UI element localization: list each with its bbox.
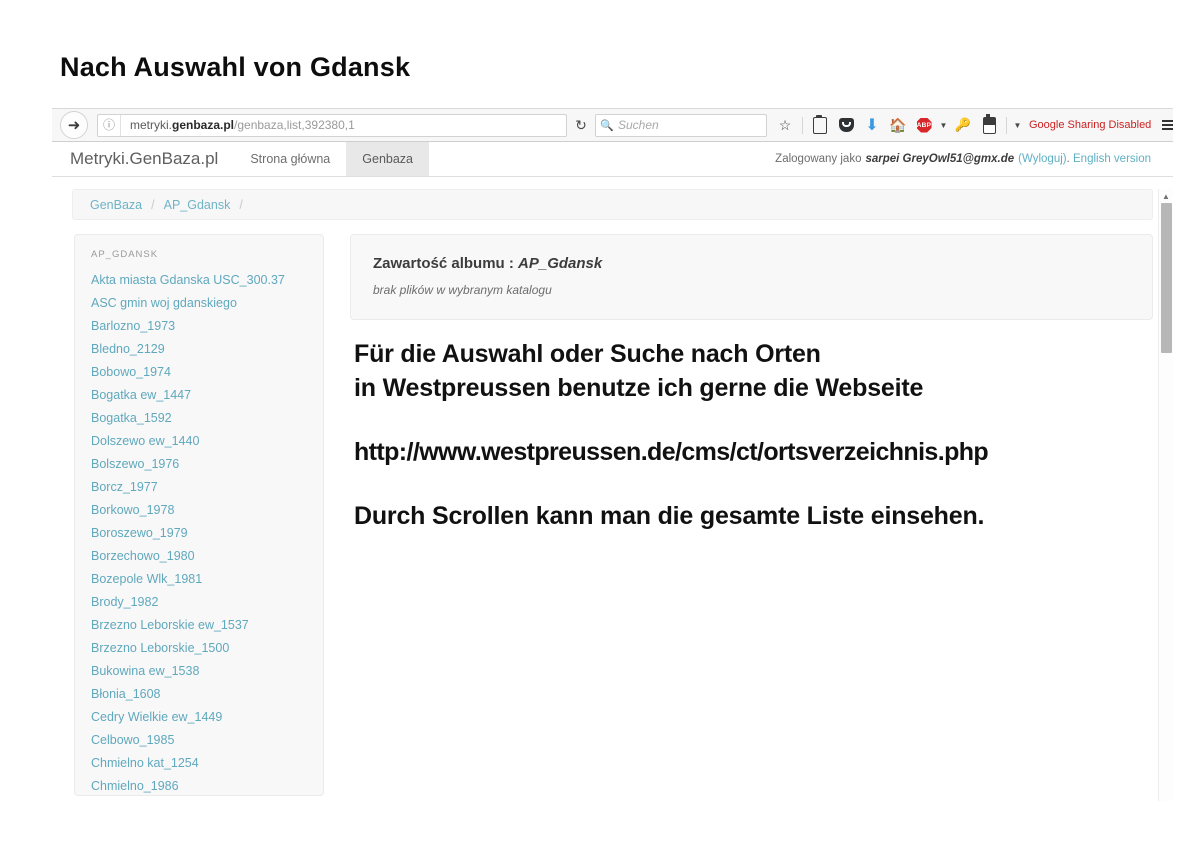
back-arrow-icon[interactable]: ➜ bbox=[60, 111, 88, 139]
search-input[interactable]: 🔍 Suchen bbox=[595, 114, 767, 137]
german-annotation-overlay: Für die Auswahl oder Suche nach Orten in… bbox=[354, 337, 1144, 533]
reader-list-icon[interactable] bbox=[808, 113, 832, 137]
info-circle-icon[interactable]: ⓘ bbox=[98, 115, 121, 136]
sidebar-item[interactable]: Bobowo_1974 bbox=[75, 361, 323, 384]
downloads-icon[interactable]: ⬇ bbox=[860, 113, 884, 137]
sidebar-item[interactable]: Błonia_1608 bbox=[75, 683, 323, 706]
search-icon: 🔍 bbox=[596, 119, 618, 132]
toolbar-icon-group: ☆ ⬇ 🏠 ABP ▼ 🔑 ▼ Google Sharing Disabled bbox=[773, 113, 1173, 137]
sidebar-item[interactable]: Borzechowo_1980 bbox=[75, 545, 323, 568]
site-header: Metryki.GenBaza.pl Strona główna Genbaza… bbox=[52, 142, 1173, 177]
login-status: Zalogowany jako sarpei GreyOwl51@gmx.de … bbox=[775, 142, 1151, 176]
main-column: Zawartość albumu : AP_Gdansk brak plików… bbox=[350, 234, 1153, 796]
sidebar-item[interactable]: Bolszewo_1976 bbox=[75, 453, 323, 476]
url-host: genbaza.pl bbox=[172, 118, 234, 132]
url-prefix: metryki. bbox=[130, 118, 172, 132]
english-version-link[interactable]: English version bbox=[1073, 153, 1151, 165]
album-sidebar: AP_GDANSK Akta miasta Gdanska USC_300.37… bbox=[74, 234, 324, 796]
breadcrumb-separator-1: / bbox=[151, 198, 154, 212]
google-sharing-status[interactable]: Google Sharing Disabled bbox=[1025, 119, 1155, 131]
slide-title: Nach Auswahl von Gdansk bbox=[60, 52, 410, 83]
adblock-chevron-down-icon[interactable]: ▼ bbox=[938, 121, 949, 130]
sidebar-link-list: Akta miasta Gdanska USC_300.37ASC gmin w… bbox=[75, 269, 323, 796]
reload-icon[interactable]: ↻ bbox=[567, 117, 595, 134]
sidebar-item[interactable]: Boroszewo_1979 bbox=[75, 522, 323, 545]
sidebar-item[interactable]: Borkowo_1978 bbox=[75, 499, 323, 522]
sidebar-item[interactable]: Bozepole Wlk_1981 bbox=[75, 568, 323, 591]
sidebar-item[interactable]: Dolszewo ew_1440 bbox=[75, 430, 323, 453]
sidebar-item[interactable]: Borcz_1977 bbox=[75, 476, 323, 499]
annotation-line-2: in Westpreussen benutze ich gerne die We… bbox=[354, 371, 1144, 405]
nav-tab-genbaza[interactable]: Genbaza bbox=[346, 142, 429, 176]
pocket-icon[interactable] bbox=[834, 113, 858, 137]
album-title-label: Zawartość albumu : bbox=[373, 255, 514, 272]
browser-toolbar: ➜ ⓘ metryki.genbaza.pl/genbaza,list,3923… bbox=[52, 109, 1173, 142]
scroll-up-arrow-icon[interactable]: ▲ bbox=[1159, 189, 1173, 203]
album-title-name: AP_Gdansk bbox=[518, 255, 602, 272]
address-bar-url: metryki.genbaza.pl/genbaza,list,392380,1 bbox=[121, 118, 355, 132]
album-empty-message: brak plików w wybranym katalogu bbox=[373, 283, 1130, 297]
extension-chevron-down-icon[interactable]: ▼ bbox=[1012, 121, 1023, 130]
sidebar-item[interactable]: Bogatka_1592 bbox=[75, 407, 323, 430]
login-prefix: Zalogowany jako bbox=[775, 153, 861, 165]
annotation-line-3: Durch Scrollen kann man die gesamte List… bbox=[354, 499, 1144, 533]
toolbar-divider bbox=[802, 117, 803, 134]
page-scrollbar[interactable]: ▲ bbox=[1158, 189, 1173, 801]
sidebar-title: AP_GDANSK bbox=[75, 249, 323, 269]
breadcrumb-separator-2: / bbox=[239, 198, 242, 212]
album-title: Zawartość albumu : AP_Gdansk bbox=[373, 255, 1130, 272]
home-icon[interactable]: 🏠 bbox=[886, 113, 910, 137]
address-bar[interactable]: ⓘ metryki.genbaza.pl/genbaza,list,392380… bbox=[97, 114, 567, 137]
site-brand[interactable]: Metryki.GenBaza.pl bbox=[52, 142, 234, 176]
annotation-spacer-1 bbox=[354, 405, 1144, 435]
search-placeholder: Suchen bbox=[618, 118, 659, 132]
sidebar-item[interactable]: Barlozno_1973 bbox=[75, 315, 323, 338]
browser-window: ➜ ⓘ metryki.genbaza.pl/genbaza,list,3923… bbox=[52, 108, 1173, 801]
sidebar-item[interactable]: Brzezno Leborskie_1500 bbox=[75, 637, 323, 660]
adblock-plus-icon[interactable]: ABP bbox=[912, 113, 936, 137]
login-username: sarpei GreyOwl51@gmx.de bbox=[865, 153, 1014, 165]
scrollbar-thumb[interactable] bbox=[1161, 203, 1172, 353]
sidebar-item[interactable]: Chmielno kat_1254 bbox=[75, 752, 323, 775]
sidebar-item[interactable]: ASC gmin woj gdanskiego bbox=[75, 292, 323, 315]
album-content-card: Zawartość albumu : AP_Gdansk brak plików… bbox=[350, 234, 1153, 320]
star-bookmark-icon[interactable]: ☆ bbox=[773, 113, 797, 137]
web-page: Metryki.GenBaza.pl Strona główna Genbaza… bbox=[52, 142, 1173, 801]
annotation-line-1: Für die Auswahl oder Suche nach Orten bbox=[354, 337, 1144, 371]
breadcrumb-item-ap-gdansk[interactable]: AP_Gdansk bbox=[164, 198, 231, 212]
sidebar-item[interactable]: Akta miasta Gdanska USC_300.37 bbox=[75, 269, 323, 292]
url-path: /genbaza,list,392380,1 bbox=[234, 118, 355, 132]
annotation-spacer-2 bbox=[354, 469, 1144, 499]
nav-tab-strona-glowna[interactable]: Strona główna bbox=[234, 142, 346, 176]
sidebar-item[interactable]: Chmielno_1986 bbox=[75, 775, 323, 796]
toolbar-divider-2 bbox=[1006, 117, 1007, 134]
adblock-badge-label: ABP bbox=[917, 118, 932, 133]
login-separator: . bbox=[1067, 153, 1070, 165]
sidebar-item[interactable]: Bogatka ew_1447 bbox=[75, 384, 323, 407]
sidebar-item[interactable]: Bledno_2129 bbox=[75, 338, 323, 361]
sidebar-item[interactable]: Cedry Wielkie ew_1449 bbox=[75, 706, 323, 729]
sidebar-item[interactable]: Brzezno Leborskie ew_1537 bbox=[75, 614, 323, 637]
breadcrumb-item-genbaza[interactable]: GenBaza bbox=[90, 198, 142, 212]
menu-hamburger-icon[interactable] bbox=[1157, 113, 1173, 137]
page-content: GenBaza / AP_Gdansk / AP_GDANSK Akta mia… bbox=[52, 189, 1173, 801]
content-columns: AP_GDANSK Akta miasta Gdanska USC_300.37… bbox=[74, 234, 1153, 796]
logout-link[interactable]: (Wyloguj) bbox=[1018, 153, 1066, 165]
slide-canvas: Nach Auswahl von Gdansk ➜ ⓘ metryki.genb… bbox=[0, 0, 1200, 848]
key-icon[interactable]: 🔑 bbox=[951, 113, 975, 137]
battery-icon[interactable] bbox=[977, 113, 1001, 137]
annotation-url: http://www.westpreussen.de/cms/ct/ortsve… bbox=[354, 435, 1144, 469]
sidebar-item[interactable]: Brody_1982 bbox=[75, 591, 323, 614]
sidebar-item[interactable]: Celbowo_1985 bbox=[75, 729, 323, 752]
sidebar-item[interactable]: Bukowina ew_1538 bbox=[75, 660, 323, 683]
breadcrumb: GenBaza / AP_Gdansk / bbox=[72, 189, 1153, 220]
